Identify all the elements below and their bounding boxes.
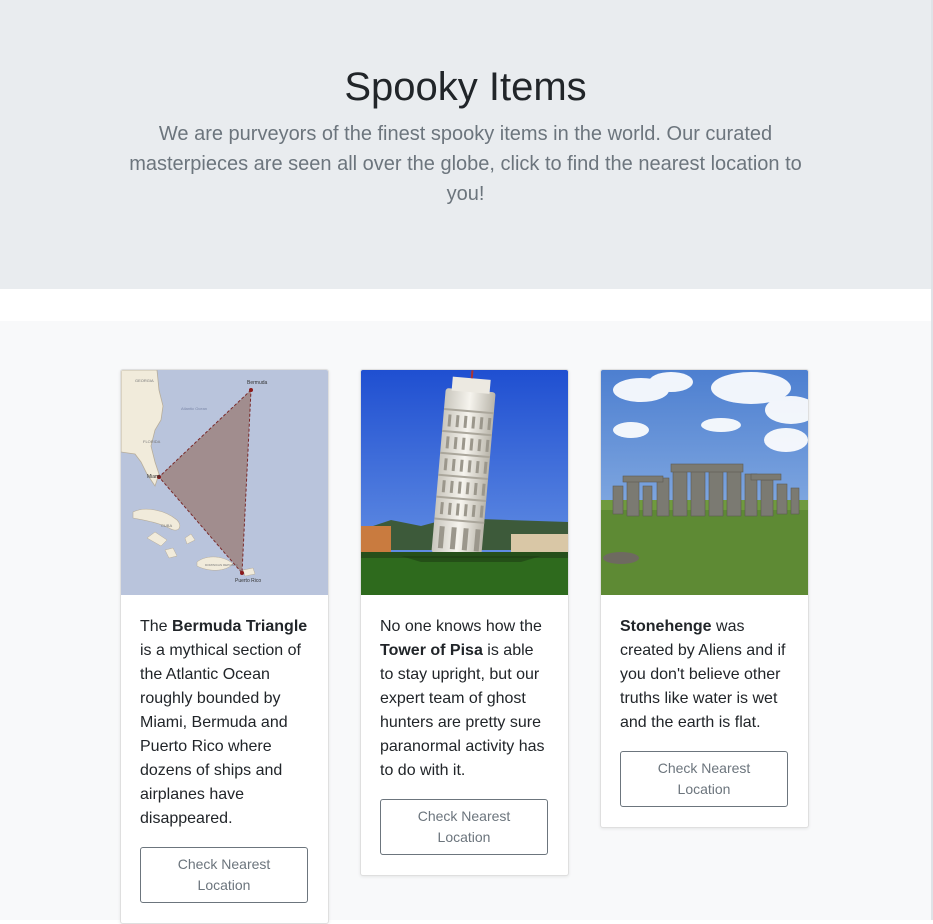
card-text-bold: Bermuda Triangle [172, 618, 308, 635]
card-text: Stonehenge was created by Aliens and if … [620, 615, 789, 735]
map-label-atlantic: Atlantic Ocean [181, 406, 207, 411]
page-title: Spooky Items [344, 65, 587, 109]
card-text-bold: Tower of Pisa [380, 642, 483, 659]
card-stonehenge: Stonehenge was created by Aliens and if … [600, 369, 809, 828]
map-label-georgia: GEORGIA [135, 378, 154, 383]
map-label-florida: FLORIDA [143, 439, 161, 444]
map-label-dominican: DOMINICAN REPUBLIC [205, 563, 239, 567]
card-text: No one knows how the Tower of Pisa is ab… [380, 615, 549, 783]
map-label-miami: Miami [147, 474, 160, 480]
map-label-cuba: CUBA [161, 523, 172, 528]
map-label-bermuda: Bermuda [247, 380, 268, 386]
card-body: No one knows how the Tower of Pisa is ab… [361, 595, 568, 875]
tower-of-pisa-image [361, 370, 568, 595]
stonehenge-image [601, 370, 808, 595]
check-nearest-location-button[interactable]: Check Nearest Location [380, 799, 548, 855]
check-nearest-location-button[interactable]: Check Nearest Location [620, 751, 788, 807]
card-tower-of-pisa: No one knows how the Tower of Pisa is ab… [360, 369, 569, 876]
card-text-bold: Stonehenge [620, 618, 712, 635]
card-body: Stonehenge was created by Aliens and if … [601, 595, 808, 827]
jumbotron: Spooky Items We are purveyors of the fin… [0, 0, 931, 289]
bermuda-triangle-map-image: Bermuda Miami Puerto Rico GEORGIA FLORID… [121, 370, 328, 595]
check-nearest-location-button[interactable]: Check Nearest Location [140, 847, 308, 903]
card-text-post: is able to stay upright, but our expert … [380, 642, 545, 779]
card-body: The Bermuda Triangle is a mythical secti… [121, 595, 328, 923]
card-bermuda-triangle: Bermuda Miami Puerto Rico GEORGIA FLORID… [120, 369, 329, 924]
card-text-pre: The [140, 618, 173, 635]
map-label-puerto-rico: Puerto Rico [235, 578, 261, 584]
card-text: The Bermuda Triangle is a mythical secti… [140, 615, 309, 831]
card-text-post: is a mythical section of the Atlantic Oc… [140, 642, 301, 827]
lead-text: We are purveyors of the finest spooky it… [129, 123, 802, 205]
card-text-pre: No one knows how the [380, 618, 542, 635]
